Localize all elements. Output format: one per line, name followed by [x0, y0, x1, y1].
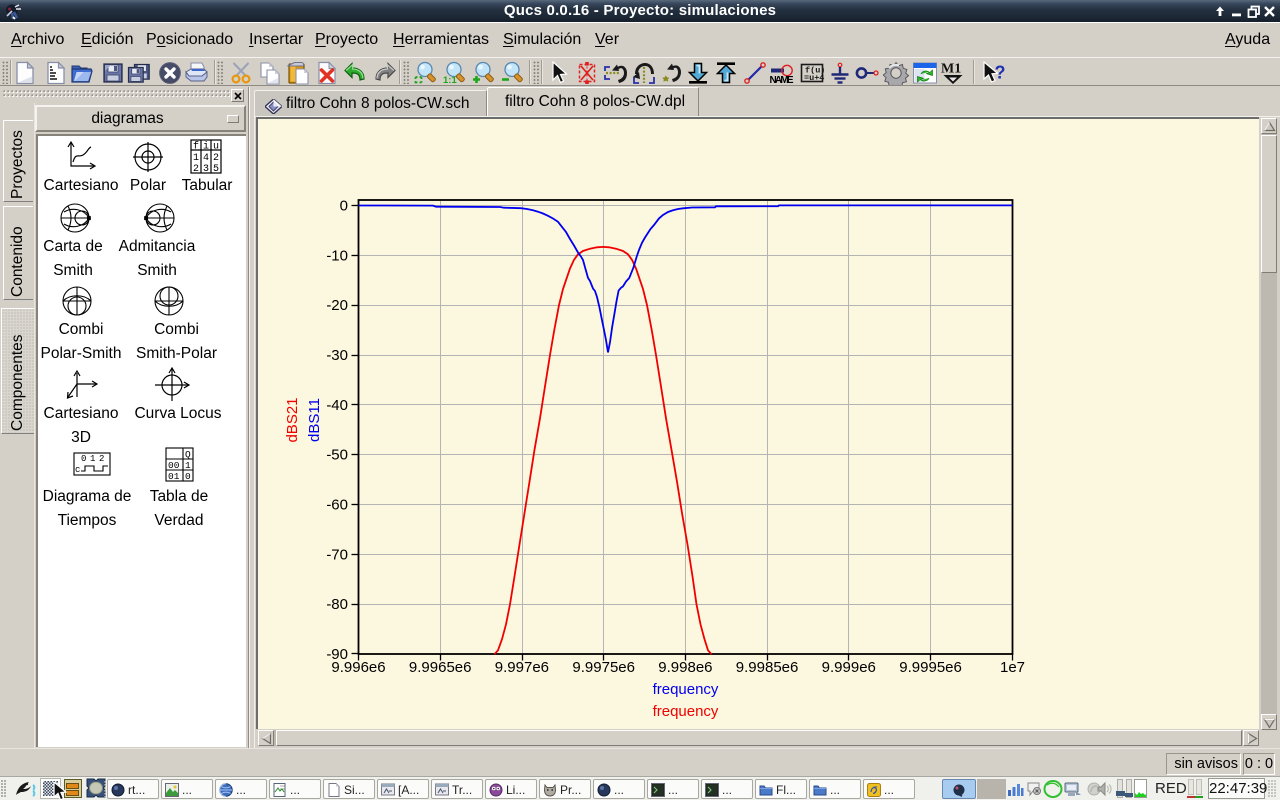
svg-text:-80: -80 [326, 596, 348, 613]
svg-text:-30: -30 [326, 347, 348, 364]
svg-text:-70: -70 [326, 546, 348, 563]
svg-text:1: 1 [193, 153, 199, 164]
svg-text:9.998e6: 9.998e6 [658, 659, 712, 676]
svg-text:c: c [75, 465, 80, 475]
svg-text:9.9985e6: 9.9985e6 [736, 659, 799, 676]
svg-text:-50: -50 [326, 447, 348, 464]
svg-text:?: ? [995, 63, 1006, 83]
svg-text:dBS21: dBS21 [284, 397, 301, 442]
svg-text:2: 2 [213, 153, 219, 164]
svg-text:-40: -40 [326, 397, 348, 414]
svg-text:1:1: 1:1 [443, 75, 457, 85]
svg-text:frequency: frequency [653, 681, 719, 698]
svg-text:2: 2 [193, 164, 199, 175]
svg-text:f: f [193, 141, 199, 153]
svg-text:5: 5 [213, 164, 219, 175]
svg-text:M1: M1 [941, 62, 961, 77]
svg-text:-60: -60 [326, 497, 348, 514]
svg-text:Q: Q [185, 449, 191, 460]
svg-text:u: u [213, 142, 219, 153]
svg-text:4: 4 [203, 153, 209, 164]
svg-text:-10: -10 [326, 247, 348, 264]
svg-text:frequency: frequency [653, 703, 719, 720]
svg-text:3: 3 [203, 164, 209, 175]
svg-text:9.996e6: 9.996e6 [331, 659, 385, 676]
svg-text:0: 0 [340, 197, 348, 214]
svg-text:0: 0 [185, 471, 191, 482]
svg-text:1e7: 1e7 [1000, 659, 1025, 676]
svg-text:=u+4: =u+4 [804, 73, 824, 83]
svg-text:-20: -20 [326, 297, 348, 314]
svg-text:00: 00 [168, 460, 180, 471]
svg-text:1: 1 [185, 460, 191, 471]
svg-text:9.9975e6: 9.9975e6 [572, 659, 635, 676]
svg-text:01: 01 [168, 471, 180, 482]
svg-text:dBS11: dBS11 [306, 398, 323, 442]
svg-text:NAME: NAME [770, 75, 794, 85]
svg-text:9.9965e6: 9.9965e6 [409, 659, 472, 676]
svg-text:0: 0 [81, 454, 86, 464]
svg-text:9.999e6: 9.999e6 [822, 659, 876, 676]
svg-text:1: 1 [90, 454, 95, 464]
svg-text:2: 2 [99, 454, 104, 464]
svg-text:i: i [203, 141, 209, 153]
svg-text:9.9995e6: 9.9995e6 [899, 659, 962, 676]
svg-text:9.997e6: 9.997e6 [495, 659, 549, 676]
